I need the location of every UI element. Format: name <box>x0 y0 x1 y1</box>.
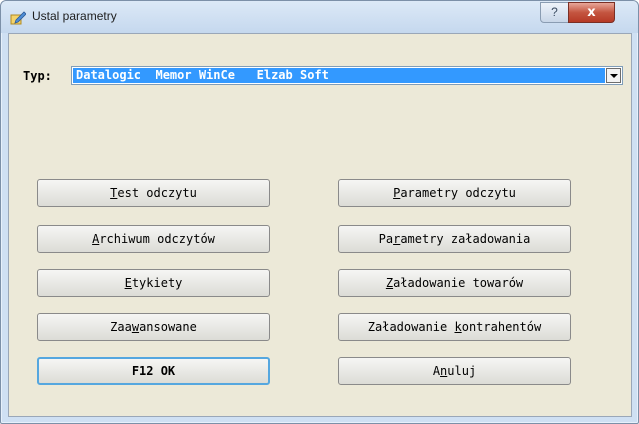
ok-button[interactable]: F12 OK <box>37 357 270 385</box>
dialog-body: Typ: Datalogic Memor WinCe Elzab Soft Te… <box>8 33 632 417</box>
window-title: Ustal parametry <box>32 9 117 23</box>
accelerator-key: Z <box>385 276 394 290</box>
edit-pencil-icon <box>10 11 26 25</box>
advanced-button[interactable]: Zaawansowane <box>37 313 270 341</box>
help-button[interactable]: ? <box>540 2 569 23</box>
type-dropdown[interactable]: Datalogic Memor WinCe Elzab Soft <box>71 66 623 85</box>
archive-button[interactable]: Archiwum odczytów <box>37 225 270 253</box>
cancel-button[interactable]: Anuluj <box>338 357 571 385</box>
chevron-down-icon[interactable] <box>606 68 621 83</box>
test-read-button[interactable]: Test odczytu <box>37 179 270 207</box>
read-params-button[interactable]: Parametry odczytu <box>338 179 571 207</box>
load-goods-button[interactable]: Załadowanie towarów <box>338 269 571 297</box>
type-selected-value[interactable]: Datalogic Memor WinCe Elzab Soft <box>73 68 605 83</box>
accelerator-key: E <box>124 276 132 290</box>
labels-button[interactable]: Etykiety <box>37 269 270 297</box>
accelerator-key: w <box>131 320 140 334</box>
load-params-button[interactable]: Parametry załadowania <box>338 225 571 253</box>
dialog-window: Ustal parametry ? x Typ: Datalogic Memor… <box>0 0 639 424</box>
type-label: Typ: <box>23 69 52 83</box>
close-button[interactable]: x <box>568 2 615 23</box>
load-contractors-button[interactable]: Załadowanie kontrahentów <box>338 313 571 341</box>
title-bar[interactable]: Ustal parametry ? x <box>1 1 638 33</box>
accelerator-key: k <box>454 320 462 334</box>
